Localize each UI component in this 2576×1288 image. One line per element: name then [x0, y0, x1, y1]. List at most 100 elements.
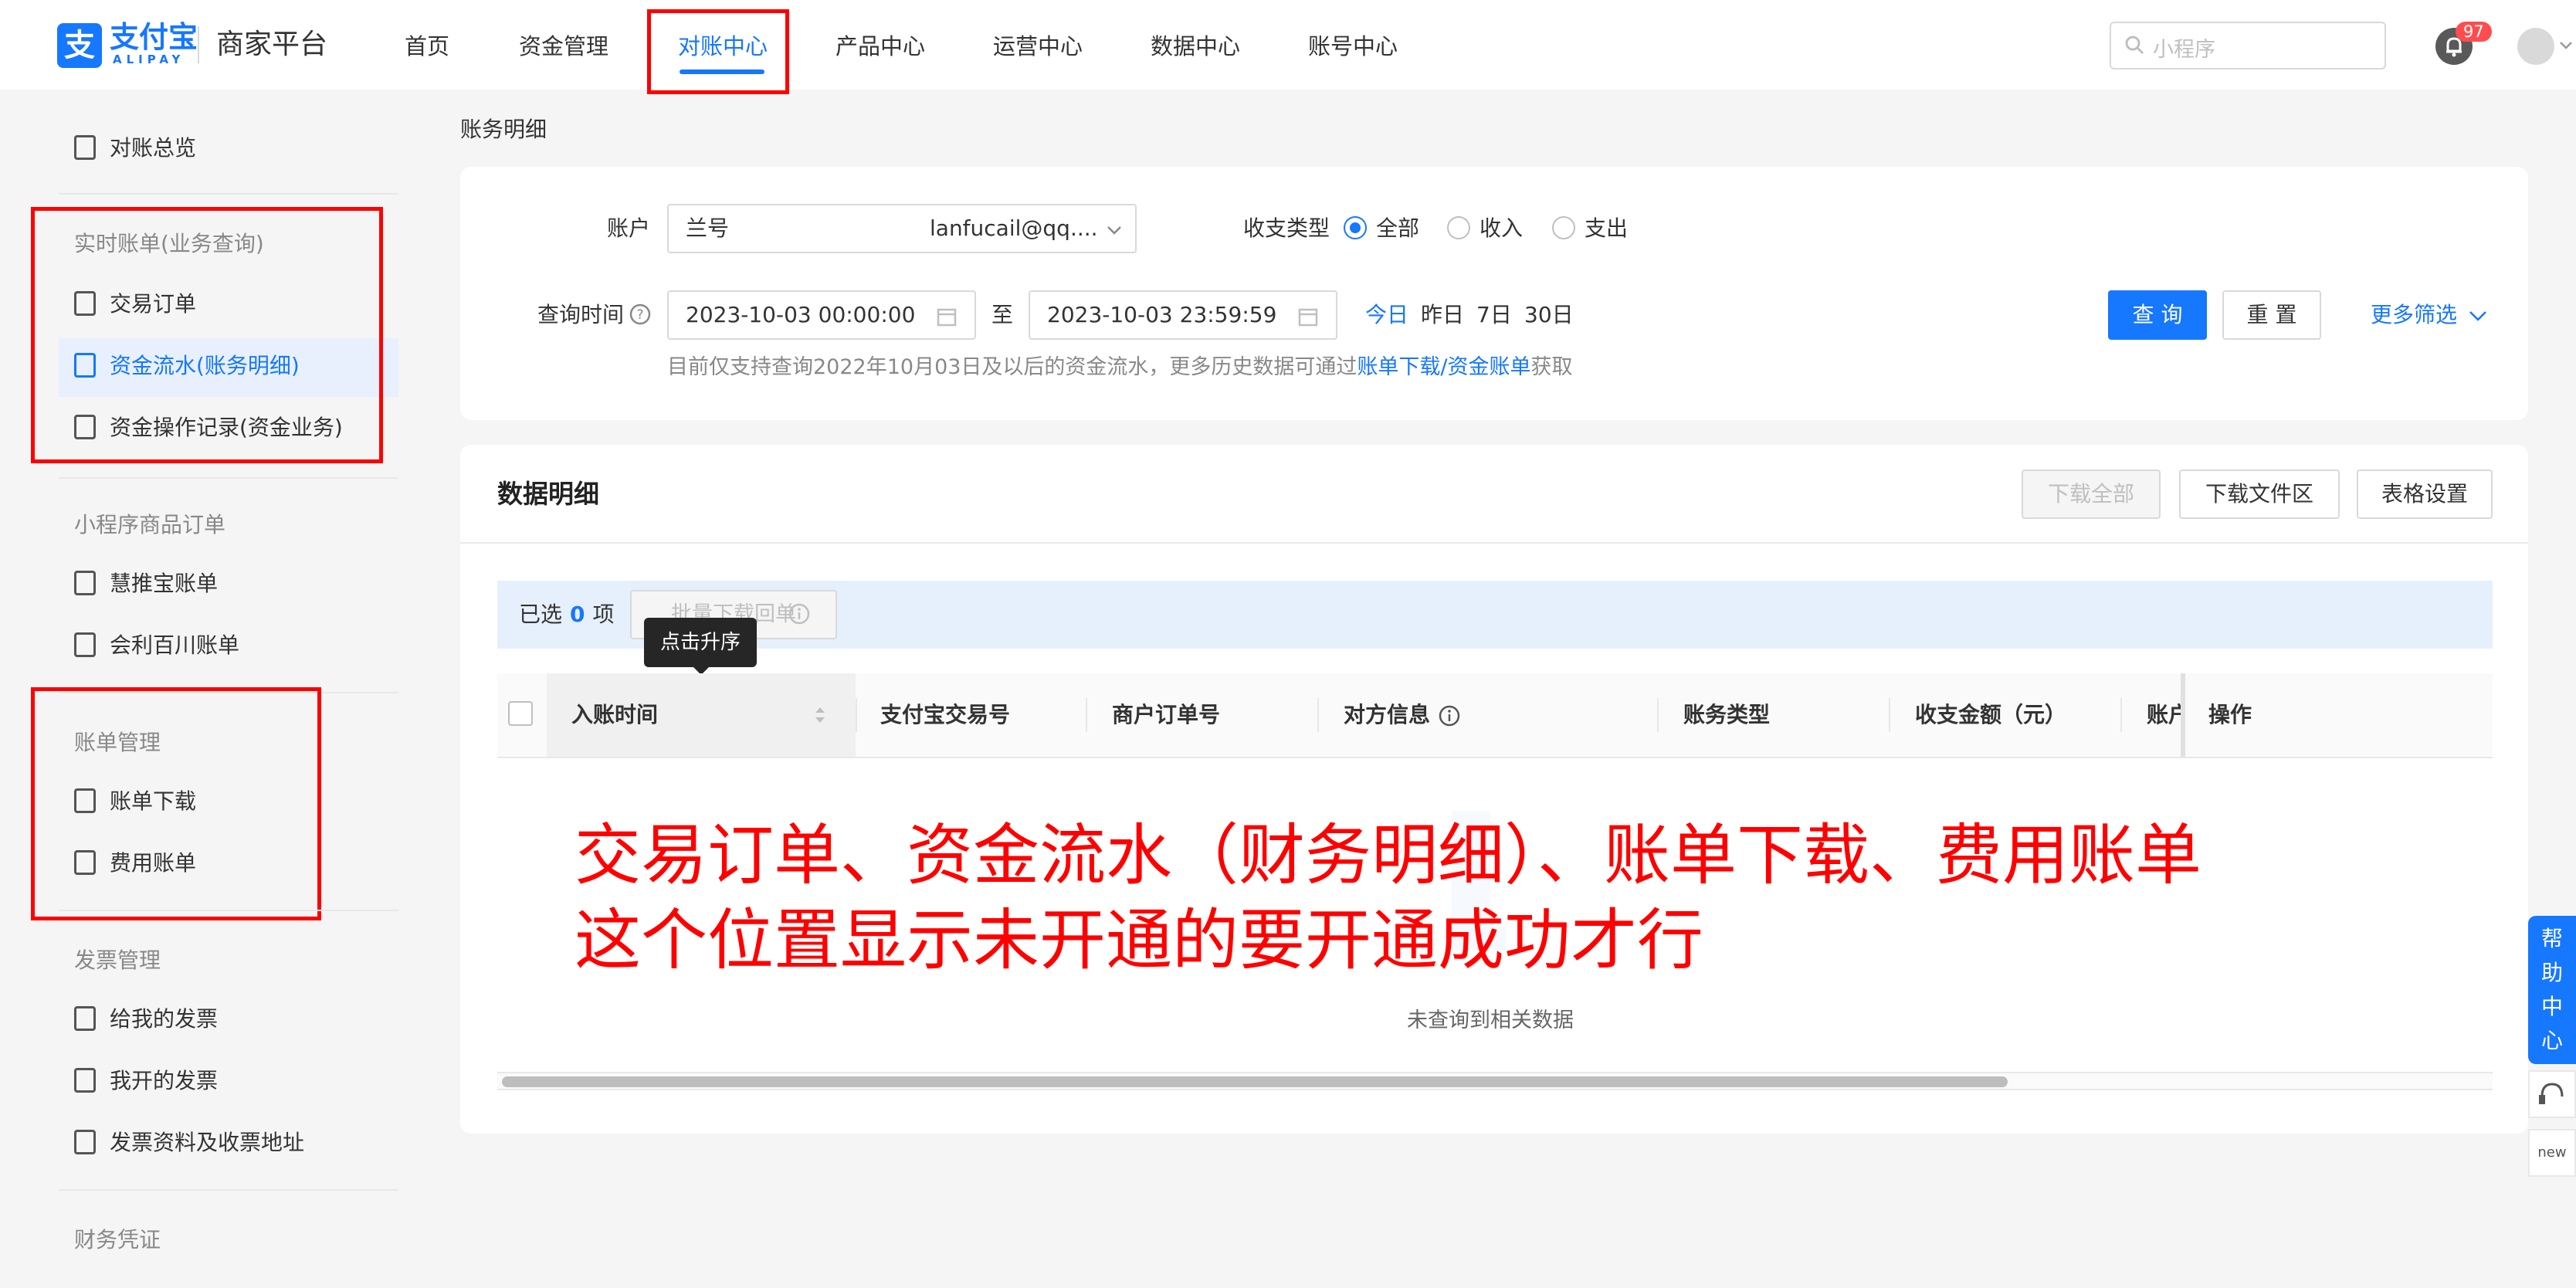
- sidebar-divider: [59, 1189, 398, 1191]
- hint-text: 目前仅支持查询2022年10月03日及以后的资金流水，更多历史数据可通过账单下载…: [667, 355, 1573, 379]
- info-icon: [788, 603, 810, 625]
- column-header-counterparty: 对方信息: [1344, 700, 1461, 730]
- radio-all[interactable]: 全部: [1344, 213, 1419, 244]
- alipay-logo-icon[interactable]: 支: [57, 23, 102, 68]
- avatar[interactable]: [2517, 28, 2554, 65]
- sidebar-section-invoice: 发票管理: [74, 947, 161, 973]
- type-label: 收支类型: [1243, 215, 1330, 241]
- download-area-button[interactable]: 下载文件区: [2179, 469, 2340, 519]
- column-separator: [1889, 698, 1890, 732]
- help-circle-icon[interactable]: ?: [629, 303, 652, 326]
- info-icon[interactable]: [1438, 704, 1461, 727]
- column-header: 商户订单号: [1112, 702, 1221, 727]
- highlight-box-bills: [31, 687, 321, 920]
- sidebar-divider: [59, 193, 398, 195]
- horizontal-scrollbar-thumb[interactable]: [502, 1076, 2008, 1087]
- search-box[interactable]: 小程序: [2110, 22, 2386, 69]
- invoice-icon: [74, 1006, 96, 1031]
- invoice-icon: [74, 1068, 96, 1093]
- data-title: 数据明细: [497, 479, 599, 509]
- calendar-icon: [1298, 308, 1318, 327]
- quick-today[interactable]: 今日: [1365, 300, 1408, 330]
- table-settings-button[interactable]: 表格设置: [2357, 469, 2493, 519]
- chevron-down-icon: [2469, 311, 2486, 321]
- column-header[interactable]: 入账时间: [571, 700, 658, 730]
- column-separator: [1657, 698, 1659, 732]
- svg-text:?: ?: [636, 307, 643, 323]
- nav-products[interactable]: 产品中心: [836, 29, 925, 63]
- column-header: 账户: [2147, 702, 2184, 727]
- data-header-divider: [460, 542, 2528, 544]
- list-doc-icon: [74, 632, 96, 657]
- column-header: 操作: [2208, 702, 2252, 727]
- nav-home[interactable]: 首页: [405, 29, 449, 63]
- sidebar-item-invoice-issued[interactable]: 我开的发票: [74, 1066, 218, 1096]
- account-email: lanfucail@qq....: [930, 215, 1098, 241]
- selection-summary: 已选 0 项: [519, 602, 615, 627]
- chevron-down-icon[interactable]: [2559, 40, 2573, 51]
- nav-account[interactable]: 账号中心: [1308, 29, 1398, 63]
- end-time-value: 2023-10-03 23:59:59: [1047, 302, 1277, 327]
- chevron-down-icon: [1107, 226, 1121, 235]
- highlight-box-realtime: [31, 207, 383, 463]
- radio-checked-icon: [1344, 216, 1367, 239]
- column-header: 收支金额（元）: [1915, 702, 2067, 727]
- hint-link[interactable]: 账单下载/资金账单: [1357, 355, 1530, 379]
- whats-new-icon[interactable]: new: [2528, 1129, 2576, 1177]
- nav-funds[interactable]: 资金管理: [519, 29, 608, 63]
- query-button[interactable]: 查 询: [2108, 290, 2207, 340]
- sidebar-item-huituibao[interactable]: 慧推宝账单: [74, 568, 218, 599]
- sidebar-divider: [59, 910, 398, 911]
- select-all-checkbox[interactable]: [508, 701, 533, 726]
- customer-service-icon[interactable]: [2528, 1070, 2576, 1118]
- column-separator: [1317, 698, 1319, 732]
- nav-operations[interactable]: 运营中心: [993, 29, 1083, 63]
- start-time-value: 2023-10-03 00:00:00: [686, 302, 916, 327]
- sidebar-item-huili[interactable]: 会利百川账单: [74, 630, 239, 661]
- search-placeholder: 小程序: [2153, 38, 2215, 62]
- more-filter-link[interactable]: 更多筛选: [2371, 300, 2488, 330]
- search-icon: [2125, 36, 2144, 55]
- quick-30d[interactable]: 30日: [1524, 300, 1574, 330]
- sidebar-item-invoice-received[interactable]: 给我的发票: [74, 1004, 218, 1035]
- column-separator: [2120, 698, 2122, 732]
- invoice-icon: [74, 1130, 96, 1154]
- column-separator: [856, 698, 857, 732]
- account-label: 账户: [607, 215, 651, 241]
- account-name: 兰号: [686, 215, 730, 241]
- download-all-button[interactable]: 下载全部: [2022, 469, 2161, 519]
- column-header: 支付宝交易号: [880, 702, 1011, 727]
- sidebar-section-vouchers[interactable]: 财务凭证: [74, 1223, 161, 1254]
- sidebar-item-overview[interactable]: 对账总览: [74, 133, 196, 164]
- table-header-divider: [497, 757, 2493, 758]
- highlight-box-nav: [647, 9, 789, 94]
- calendar-icon: [937, 308, 957, 327]
- reset-button[interactable]: 重 置: [2222, 290, 2321, 340]
- time-label: 查询时间: [537, 302, 625, 327]
- logo-text: 支付宝: [110, 20, 198, 54]
- annotation-line2: 这个位置显示未开通的要开通成功才行: [575, 902, 1703, 979]
- sidebar-section-mini: 小程序商品订单: [74, 512, 226, 537]
- radio-icon: [1447, 216, 1470, 239]
- end-time-input[interactable]: 2023-10-03 23:59:59: [1029, 290, 1337, 340]
- to-label: 至: [991, 302, 1014, 327]
- radio-income[interactable]: 收入: [1447, 213, 1523, 244]
- fixed-column-shadow: [2181, 673, 2185, 757]
- account-select[interactable]: 兰号 lanfucail@qq....: [667, 204, 1137, 253]
- sidebar-divider: [59, 477, 398, 479]
- logo-subtext: ALIPAY: [113, 53, 185, 66]
- sort-tooltip: 点击升序: [644, 618, 757, 667]
- document-icon: [74, 135, 96, 160]
- column-header: 账务类型: [1683, 702, 1771, 727]
- nav-data[interactable]: 数据中心: [1151, 29, 1240, 63]
- quick-7d[interactable]: 7日: [1476, 300, 1512, 330]
- help-center-button[interactable]: 帮助中心: [2528, 916, 2576, 1064]
- radio-expense[interactable]: 支出: [1552, 213, 1628, 244]
- start-time-input[interactable]: 2023-10-03 00:00:00: [667, 290, 976, 340]
- annotation-line1: 交易订单、资金流水（财务明细）、账单下载、费用账单: [575, 817, 2201, 894]
- radio-icon: [1552, 216, 1575, 239]
- sidebar-item-invoice-info[interactable]: 发票资料及收票地址: [74, 1127, 304, 1158]
- sort-icon[interactable]: [812, 704, 828, 726]
- quick-yesterday[interactable]: 昨日: [1421, 300, 1464, 330]
- yuan-doc-icon: [74, 571, 96, 595]
